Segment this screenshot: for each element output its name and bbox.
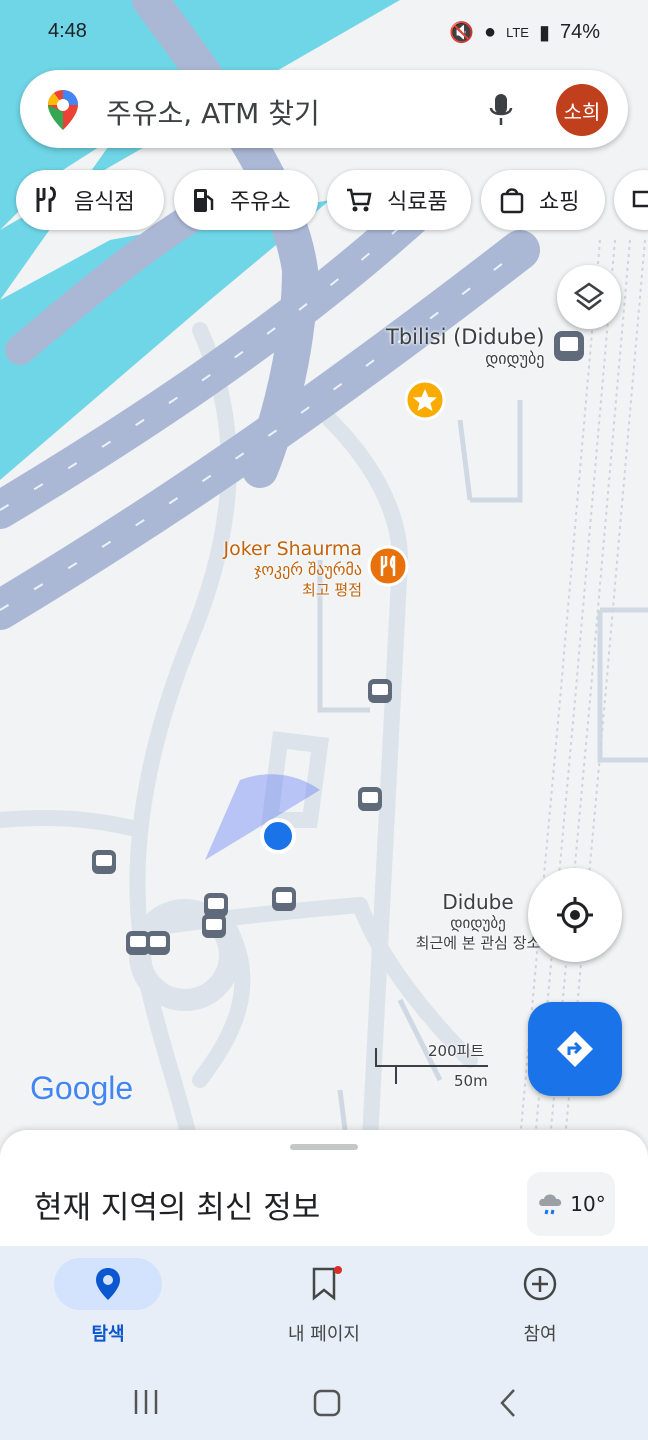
status-icons: 🔇 ● LTE ▮ 74% — [449, 20, 600, 45]
bottom-sheet[interactable]: 현재 지역의 최신 정보 10° — [0, 1130, 648, 1250]
search-input[interactable]: 주유소, ATM 찾기 — [106, 92, 320, 132]
microphone-icon[interactable] — [488, 92, 514, 128]
more-category-icon — [632, 190, 648, 208]
status-time: 4:48 — [48, 20, 87, 42]
network-label: LTE — [506, 25, 529, 40]
google-logo: Google — [30, 1070, 134, 1106]
place-name: Joker Shaurma — [223, 538, 362, 560]
place-label-joker-shaurma[interactable]: Joker Shaurma ჯოკერ შაურმა 최고 평점 — [210, 538, 362, 600]
directions-button[interactable] — [528, 1002, 622, 1096]
nav-explore[interactable]: 탐색 — [28, 1246, 188, 1360]
nav-label: 내 페이지 — [288, 1324, 360, 1345]
location-icon: ● — [483, 21, 497, 43]
chip-shopping[interactable]: 쇼핑 — [481, 170, 605, 230]
mute-icon: 🔇 — [449, 22, 474, 44]
chip-restaurants[interactable]: 음식점 — [16, 170, 164, 230]
weather-chip[interactable]: 10° — [527, 1172, 615, 1236]
place-local-name: დიდუბე — [450, 914, 506, 932]
chip-more[interactable] — [614, 170, 648, 230]
chip-label: 음식점 — [74, 190, 135, 215]
back-icon[interactable] — [496, 1388, 520, 1418]
crosshair-icon — [557, 897, 593, 933]
home-icon[interactable] — [312, 1388, 342, 1418]
bottom-navigation: 탐색 내 페이지 참여 — [0, 1246, 648, 1360]
place-label-tbilisi-didube[interactable]: Tbilisi (Didube) დიდუბე — [386, 325, 544, 368]
gas-station-icon — [194, 189, 214, 212]
battery-percent: 74% — [559, 21, 600, 43]
location-pin-icon — [96, 1268, 120, 1300]
directions-icon — [557, 1031, 593, 1067]
nav-my-page[interactable]: 내 페이지 — [244, 1246, 404, 1360]
chip-groceries[interactable]: 식료품 — [327, 170, 471, 230]
restaurant-poi-icon — [367, 545, 409, 587]
weather-rain-icon — [539, 1194, 562, 1215]
shopping-bag-icon — [500, 188, 524, 214]
layers-icon — [573, 282, 605, 311]
system-navigation-bar — [0, 1360, 648, 1440]
sheet-title: 현재 지역의 최신 정보 — [34, 1190, 321, 1226]
place-name: Didube — [442, 890, 514, 914]
cart-icon — [347, 188, 372, 212]
my-location-dot — [260, 818, 296, 854]
place-label-didube[interactable]: Didube დიდუბე 최근에 본 관심 장소 — [408, 890, 548, 953]
scale-meters-label: 50m — [454, 1072, 488, 1090]
temperature: 10° — [570, 1192, 606, 1216]
maps-pin-logo-icon — [48, 90, 78, 130]
chip-label: 식료품 — [387, 190, 448, 215]
chip-label: 주유소 — [230, 190, 291, 215]
place-note: 최근에 본 관심 장소 — [415, 934, 541, 952]
my-location-button[interactable] — [528, 868, 622, 962]
place-local-name: დიდუბე — [485, 349, 545, 368]
nav-label: 참여 — [523, 1324, 557, 1345]
recent-apps-icon[interactable] — [132, 1388, 160, 1416]
category-chips: 음식점 주유소 식료품 쇼핑 — [0, 170, 648, 232]
search-bar[interactable]: 주유소, ATM 찾기 소희 — [20, 70, 628, 148]
sheet-drag-handle[interactable] — [290, 1144, 358, 1150]
place-local-name: ჯოკერ შაურმა — [254, 560, 362, 579]
add-circle-icon — [523, 1267, 557, 1301]
restaurant-icon — [36, 186, 56, 212]
nav-label: 탐색 — [91, 1324, 125, 1345]
place-note: 최고 평점 — [302, 581, 362, 599]
chip-label: 쇼핑 — [539, 190, 580, 215]
place-name: Tbilisi (Didube) — [386, 325, 545, 349]
nav-contribute[interactable]: 참여 — [460, 1246, 620, 1360]
status-bar: 4:48 🔇 ● LTE ▮ 74% — [0, 0, 648, 64]
chip-gas-stations[interactable]: 주유소 — [174, 170, 318, 230]
signal-icon: ▮ — [538, 22, 550, 44]
layers-button[interactable] — [557, 265, 621, 329]
scale-feet-label: 200피트 — [428, 1042, 485, 1060]
account-avatar[interactable]: 소희 — [556, 84, 608, 136]
bookmark-icon — [312, 1266, 342, 1301]
